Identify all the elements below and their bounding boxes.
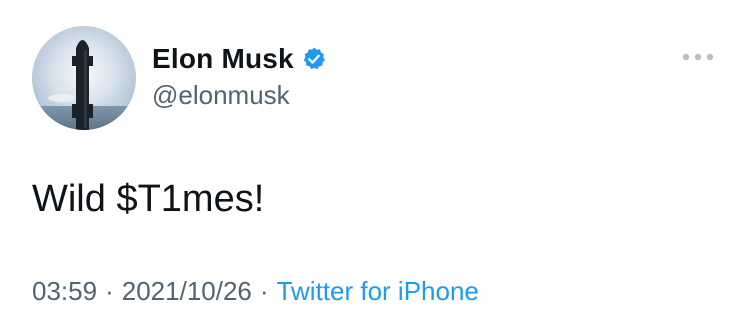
tweet-metadata: 03:59 · 2021/10/26 · Twitter for iPhone [32,276,479,307]
tweet-time[interactable]: 03:59 [32,276,97,306]
avatar[interactable] [32,26,136,130]
user-handle[interactable]: @elonmusk [152,80,290,111]
tweet-text: Wild $T1mes! [32,178,265,220]
separator-dot: · [105,276,114,306]
tweet-date[interactable]: 2021/10/26 [122,276,252,306]
separator-dot: · [259,276,269,306]
more-options-icon[interactable] [676,46,720,68]
user-name-row: Elon Musk [152,42,327,76]
tweet-source-link[interactable]: Twitter for iPhone [277,276,479,306]
verified-badge-icon [301,46,327,72]
tweet-card: Elon Musk @elonmusk Wild $T1mes! 03:59 · 2… [0,0,750,329]
display-name[interactable]: Elon Musk [152,43,294,75]
starship-rocket-icon [32,26,136,130]
